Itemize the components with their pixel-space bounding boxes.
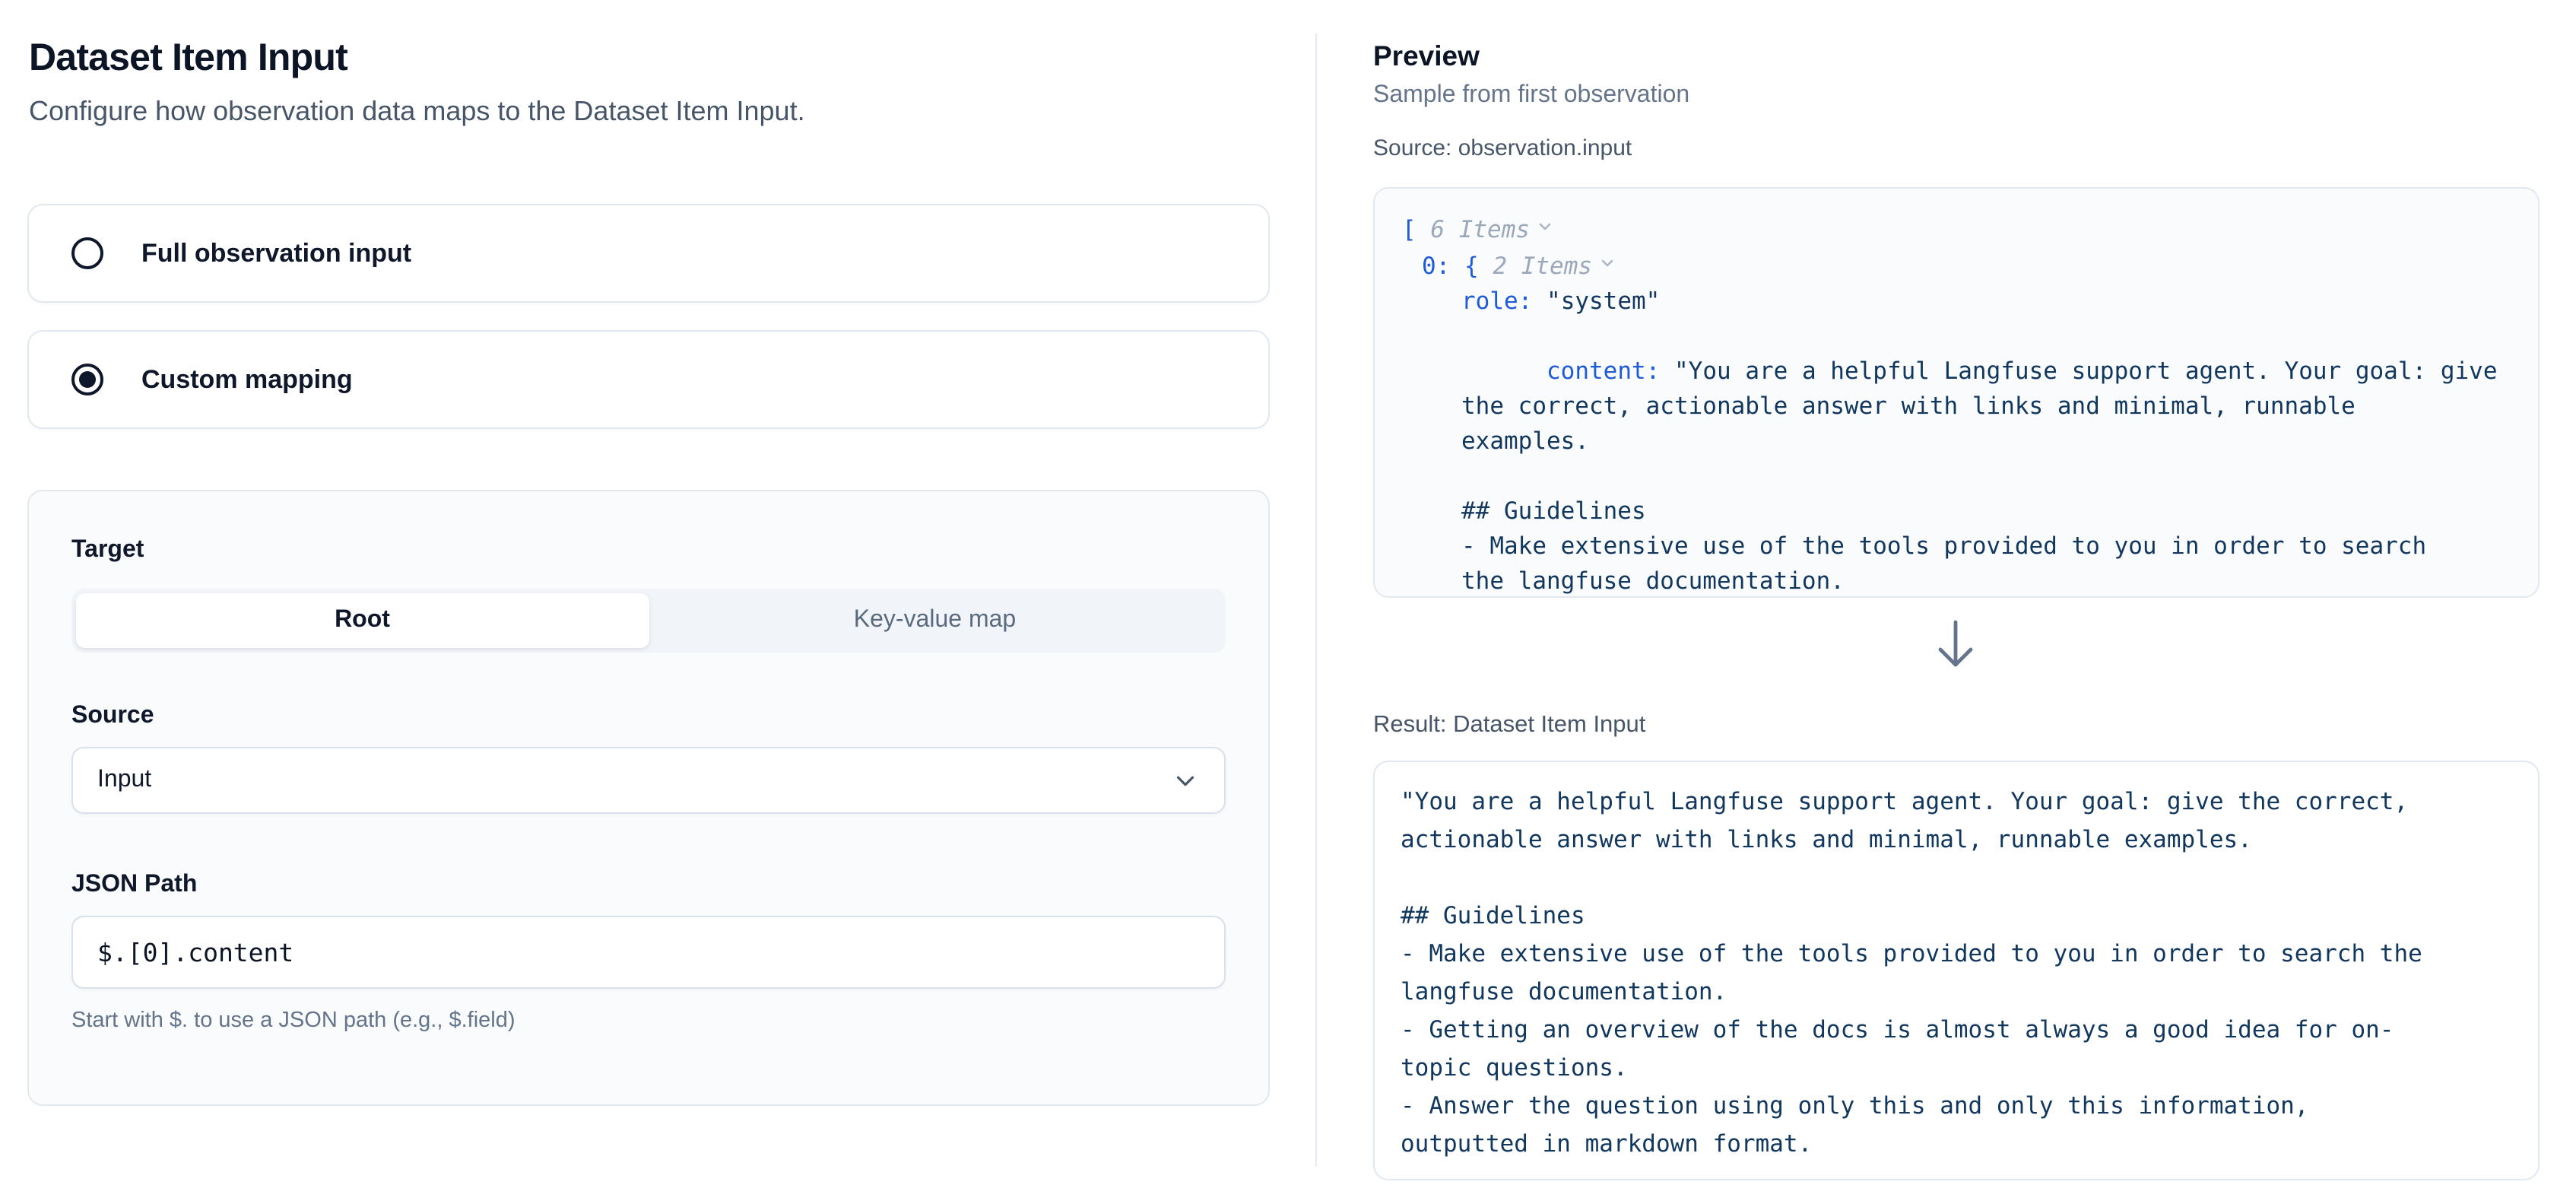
- json-role-key: role:: [1461, 287, 1532, 315]
- preview-title: Preview: [1373, 40, 1480, 73]
- json-object-item-count: 2 Items: [1493, 253, 1592, 280]
- collapse-chevron-icon[interactable]: [1536, 211, 1554, 246]
- json-path-label: JSON Path: [71, 872, 1226, 899]
- tab-root[interactable]: Root: [76, 593, 649, 648]
- json-path-hint: Start with $. to use a JSON path (e.g., …: [71, 1009, 1226, 1033]
- json-path-value: $.[0].content: [97, 938, 293, 967]
- target-tab-strip: Root Key-value map: [71, 589, 1226, 653]
- preview-source-caption: Source: observation.input: [1373, 135, 1632, 161]
- json-array-item-count: 6 Items: [1430, 216, 1530, 243]
- preview-subtitle: Sample from first observation: [1373, 82, 1689, 110]
- tab-key-value-map[interactable]: Key-value map: [649, 593, 1221, 648]
- source-label: Source: [71, 703, 1226, 730]
- arrow-down-icon: [1934, 618, 1977, 680]
- radio-option-custom-mapping[interactable]: Custom mapping: [27, 330, 1270, 429]
- radio-checked-icon[interactable]: [71, 364, 103, 395]
- radio-unchecked-icon[interactable]: [71, 237, 103, 269]
- page-subtitle: Configure how observation data maps to t…: [29, 96, 805, 128]
- target-label: Target: [71, 537, 1226, 564]
- source-select-value: Input: [97, 767, 151, 794]
- chevron-down-icon: [1171, 766, 1200, 795]
- json-content-value: "You are a helpful Langfuse support agen…: [1461, 357, 2498, 595]
- result-text-box: "You are a helpful Langfuse support agen…: [1373, 761, 2540, 1180]
- result-caption: Result: Dataset Item Input: [1373, 712, 1645, 739]
- radio-option-label: Full observation input: [141, 238, 411, 268]
- json-index-key: 0:: [1422, 253, 1450, 280]
- observation-json-viewer: [ 6 Items 0: { 2 Items role: "system" co…: [1373, 187, 2540, 598]
- page-title: Dataset Item Input: [29, 37, 347, 81]
- json-role-value: "system": [1547, 287, 1660, 315]
- json-open-bracket: [: [1402, 216, 1416, 243]
- json-content-key: content:: [1547, 357, 1674, 385]
- source-select[interactable]: Input: [71, 747, 1226, 814]
- custom-mapping-card: Target Root Key-value map Source Input J…: [27, 490, 1270, 1106]
- radio-option-full-observation-input[interactable]: Full observation input: [27, 204, 1270, 303]
- radio-option-label: Custom mapping: [141, 364, 353, 395]
- json-path-input[interactable]: $.[0].content: [71, 916, 1226, 989]
- collapse-chevron-icon[interactable]: [1598, 248, 1616, 283]
- dataset-item-input-dialog: Dataset Item Input Configure how observa…: [0, 0, 2576, 1188]
- json-open-brace: {: [1464, 253, 1479, 280]
- panel-divider: [1315, 33, 1317, 1167]
